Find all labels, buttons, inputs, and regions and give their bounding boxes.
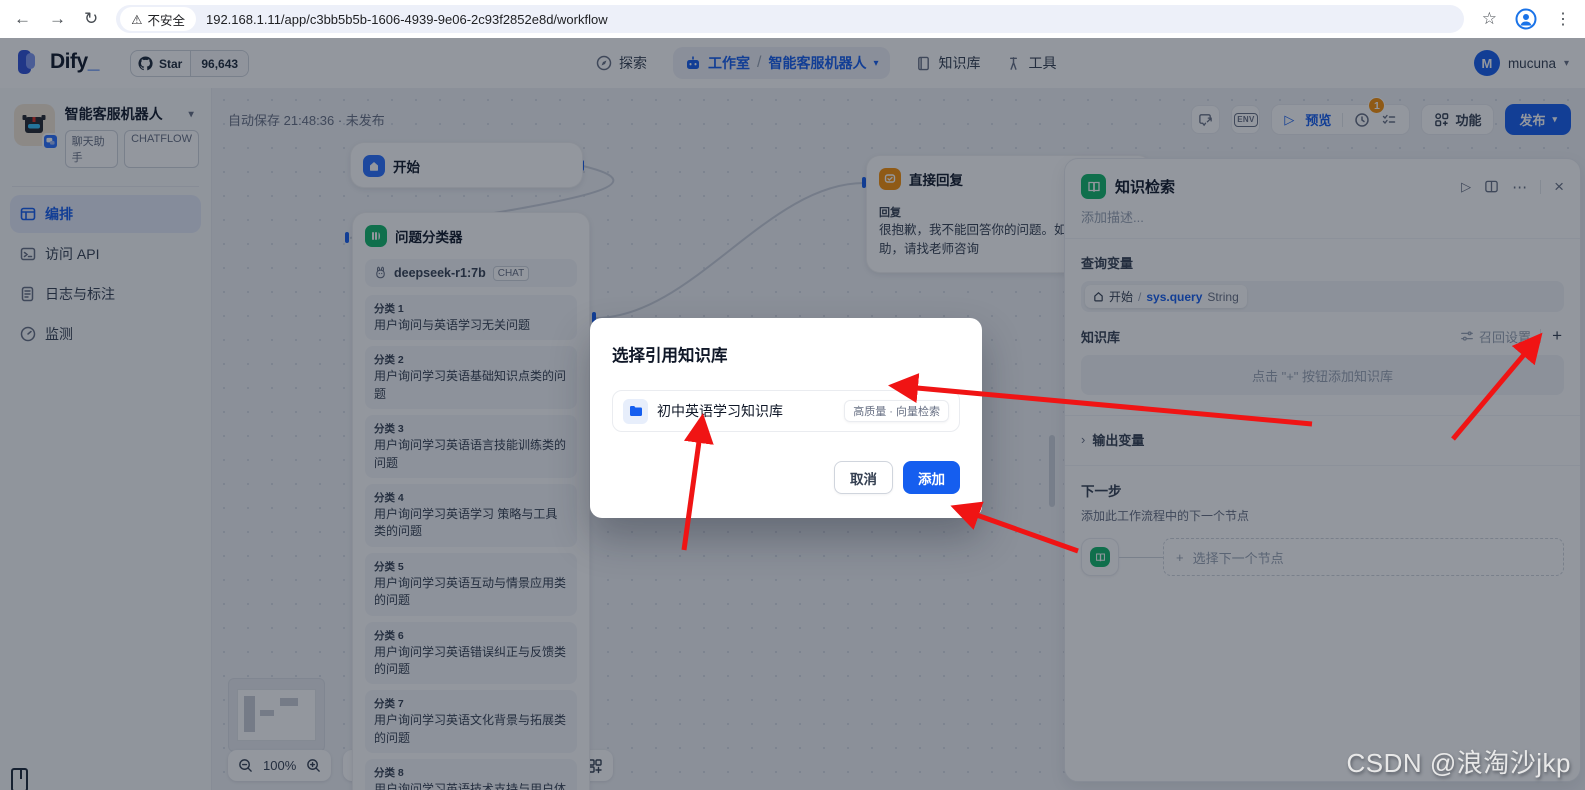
- bookmark-star-icon[interactable]: ☆: [1482, 9, 1497, 29]
- forward-icon[interactable]: →: [49, 9, 66, 29]
- security-label: 不安全: [147, 13, 185, 28]
- reload-icon[interactable]: ↻: [84, 9, 98, 29]
- security-chip[interactable]: ⚠ 不安全: [120, 7, 196, 31]
- browser-menu-icon[interactable]: ⋮: [1555, 9, 1571, 29]
- back-icon[interactable]: ←: [14, 9, 31, 29]
- watermark: CSDN @浪淘沙jkp: [1346, 748, 1571, 778]
- modal-title: 选择引用知识库: [612, 347, 728, 365]
- warning-icon: ⚠: [131, 12, 143, 27]
- cancel-button[interactable]: 取消: [834, 461, 893, 494]
- knowledge-base-tag: 高质量 · 向量检索: [844, 400, 949, 422]
- select-knowledge-modal: 选择引用知识库 初中英语学习知识库 高质量 · 向量检索 取消 添加: [590, 318, 982, 518]
- url-text: 192.168.1.11/app/c3bb5b5b-1606-4939-9e06…: [205, 11, 608, 27]
- knowledge-base-name: 初中英语学习知识库: [657, 403, 783, 419]
- knowledge-base-option[interactable]: 初中英语学习知识库 高质量 · 向量检索: [612, 390, 960, 432]
- address-bar[interactable]: ⚠ 不安全 192.168.1.11/app/c3bb5b5b-1606-493…: [116, 5, 1464, 33]
- add-button[interactable]: 添加: [903, 461, 960, 494]
- browser-toolbar: ← → ↻ ⚠ 不安全 192.168.1.11/app/c3bb5b5b-16…: [0, 0, 1585, 38]
- profile-icon[interactable]: [1515, 8, 1537, 30]
- folder-icon: [623, 398, 648, 424]
